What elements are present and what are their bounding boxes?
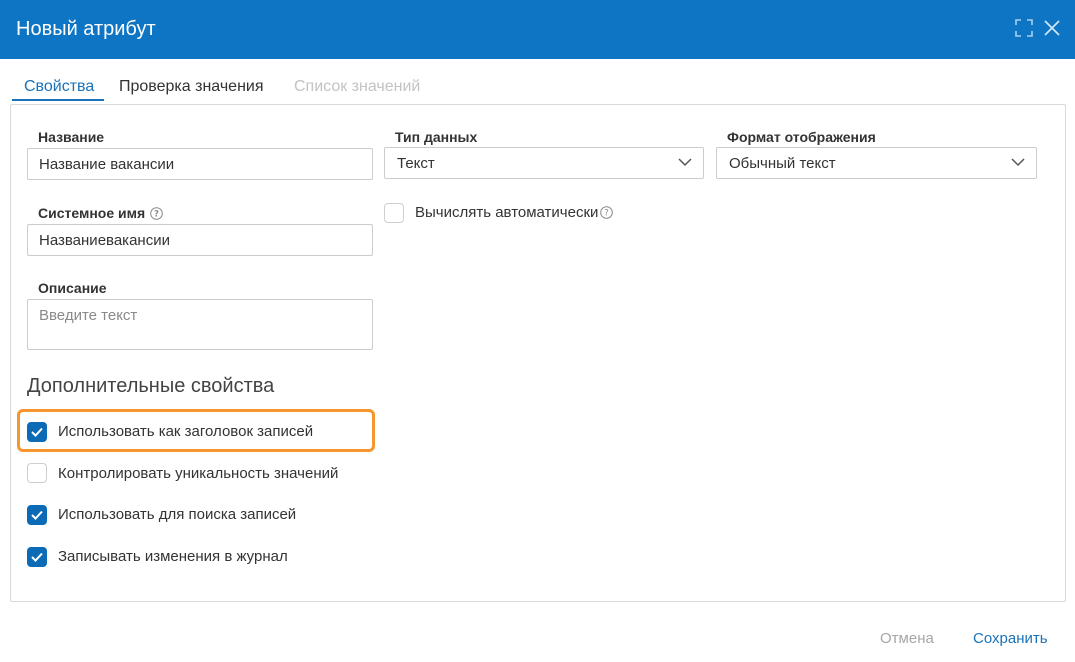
svg-text:?: ?	[154, 210, 159, 220]
name-label: Название	[38, 129, 105, 145]
svg-text:?: ?	[605, 209, 610, 219]
uniqueness-checkbox[interactable]	[27, 463, 47, 483]
uniqueness-label: Контролировать уникальность значений	[58, 465, 339, 482]
chevron-down-icon	[678, 158, 692, 167]
search-label: Использовать для поиска записей	[58, 506, 297, 523]
dialog-title: Новый атрибут	[16, 18, 156, 40]
auto-calc-checkbox[interactable]	[384, 203, 404, 223]
use-as-title-checkbox[interactable]	[27, 422, 47, 442]
dialog-header: Новый атрибут	[0, 0, 1075, 59]
system-name-input[interactable]: Названиевакансии	[27, 224, 373, 256]
section-title: Дополнительные свойства	[27, 375, 275, 397]
check-icon	[31, 510, 43, 520]
description-placeholder: Введите текст	[39, 307, 138, 324]
auto-calc-label: Вычислять автоматически?	[415, 204, 614, 222]
check-icon	[31, 552, 43, 562]
tab-properties[interactable]: Свойства	[24, 78, 94, 96]
display-format-value: Обычный текст	[729, 155, 836, 172]
log-changes-checkbox[interactable]	[27, 547, 47, 567]
description-input[interactable]: Введите текст	[27, 299, 373, 350]
system-name-label: Системное имя?	[38, 205, 163, 221]
log-changes-label: Записывать изменения в журнал	[58, 548, 288, 565]
tab-bar: Свойства Проверка значения Список значен…	[0, 59, 1075, 105]
data-type-value: Текст	[397, 155, 435, 172]
tab-validation[interactable]: Проверка значения	[119, 78, 264, 96]
data-type-label: Тип данных	[395, 129, 478, 145]
tab-values-list: Список значений	[294, 78, 421, 95]
check-icon	[31, 427, 43, 437]
active-tab-indicator	[12, 99, 104, 101]
display-format-label: Формат отображения	[727, 129, 876, 145]
data-type-select[interactable]: Текст	[384, 147, 704, 179]
save-button[interactable]: Сохранить	[973, 630, 1048, 648]
close-icon[interactable]	[1041, 17, 1063, 39]
chevron-down-icon	[1011, 158, 1025, 167]
search-checkbox[interactable]	[27, 505, 47, 525]
system-name-label-text: Системное имя	[38, 205, 146, 221]
use-as-title-label: Использовать как заголовок записей	[58, 423, 314, 440]
maximize-icon[interactable]	[1013, 17, 1035, 39]
auto-calc-label-text: Вычислять автоматически	[415, 204, 599, 221]
help-icon[interactable]: ?	[150, 207, 163, 220]
name-input[interactable]: Название вакансии	[27, 148, 373, 180]
display-format-select[interactable]: Обычный текст	[716, 147, 1037, 179]
help-icon[interactable]: ?	[600, 206, 614, 219]
description-label: Описание	[38, 280, 107, 296]
cancel-button[interactable]: Отмена	[880, 630, 934, 648]
